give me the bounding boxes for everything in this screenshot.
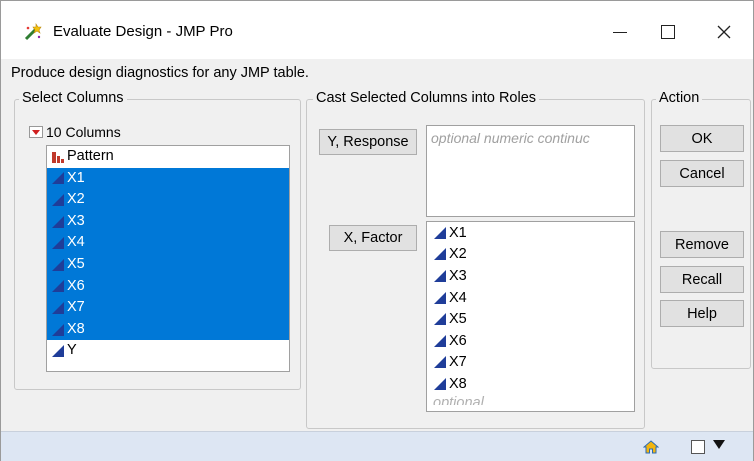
x-factor-label: X6 (449, 332, 467, 349)
continuous-column-icon (434, 356, 446, 369)
continuous-column-icon (52, 323, 64, 336)
action-group: Action OK Cancel Remove Recall Help (651, 90, 751, 369)
continuous-column-icon (52, 280, 64, 293)
select-columns-legend: Select Columns (19, 90, 127, 106)
column-label: X7 (67, 299, 85, 316)
window-title: Evaluate Design - JMP Pro (53, 23, 233, 40)
ok-button[interactable]: OK (660, 125, 744, 152)
jmp-wizard-icon (24, 23, 42, 41)
continuous-column-icon (52, 345, 64, 358)
x-factor-item[interactable]: X3 (427, 265, 634, 287)
continuous-column-icon (434, 248, 446, 261)
continuous-column-icon (434, 269, 446, 282)
x-factor-item[interactable]: X1 (427, 222, 634, 244)
continuous-column-icon (434, 334, 446, 347)
continuous-column-icon (434, 313, 446, 326)
x-factor-label: X3 (449, 267, 467, 284)
columns-list[interactable]: Pattern X1 X2 X3 X4 X5 X6 X7 X8 Y (46, 145, 290, 372)
x-factor-item[interactable]: X6 (427, 330, 634, 352)
x-factor-list[interactable]: X1 X2 X3 X4 X5 X6 X7 X8 optional (426, 221, 635, 412)
column-item[interactable]: X3 (47, 210, 289, 233)
close-icon (717, 25, 731, 39)
column-item[interactable]: Pattern (47, 146, 289, 168)
column-label: X2 (67, 191, 85, 208)
column-item[interactable]: Y (47, 340, 289, 362)
continuous-column-icon (52, 301, 64, 314)
x-factor-label: X7 (449, 354, 467, 371)
action-legend: Action (656, 90, 703, 106)
status-bar (1, 431, 753, 461)
x-factor-item[interactable]: X4 (427, 287, 634, 309)
continuous-column-icon (52, 215, 64, 228)
column-item[interactable]: X5 (47, 253, 289, 276)
column-item[interactable]: X6 (47, 275, 289, 298)
y-response-list[interactable]: optional numeric continuc (426, 125, 635, 217)
columns-header[interactable]: 10 Columns (29, 124, 121, 140)
y-response-placeholder: optional numeric continuc (431, 130, 590, 146)
x-factor-label: X5 (449, 311, 467, 328)
close-button[interactable] (701, 9, 747, 55)
x-factor-item[interactable]: X8 (427, 373, 634, 395)
column-label: Y (67, 342, 77, 359)
maximize-button[interactable] (645, 9, 691, 55)
x-factor-label: X4 (449, 289, 467, 306)
column-item[interactable]: X4 (47, 232, 289, 254)
continuous-column-icon (434, 377, 446, 390)
x-factor-item[interactable]: X7 (427, 352, 634, 374)
column-label: X3 (67, 212, 85, 229)
maximize-icon (661, 25, 675, 39)
column-item[interactable]: X2 (47, 189, 289, 211)
column-label: X6 (67, 277, 85, 294)
x-factor-item[interactable]: X5 (427, 308, 634, 330)
column-label: Pattern (67, 148, 114, 164)
title-bar: Evaluate Design - JMP Pro (1, 1, 753, 59)
home-icon[interactable] (643, 439, 659, 455)
help-button[interactable]: Help (660, 300, 744, 327)
remove-button[interactable]: Remove (660, 231, 744, 258)
x-factor-placeholder: optional (433, 394, 484, 405)
x-factor-label: X8 (449, 375, 467, 392)
cast-roles-legend: Cast Selected Columns into Roles (313, 90, 540, 106)
disclosure-icon[interactable] (29, 126, 43, 138)
continuous-column-icon (434, 291, 446, 304)
dropdown-arrow-icon[interactable] (713, 440, 725, 449)
columns-count-label: 10 Columns (46, 124, 121, 140)
minimize-button[interactable] (597, 9, 643, 55)
continuous-column-icon (52, 258, 64, 271)
column-item[interactable]: X7 (47, 297, 289, 319)
select-columns-group: Select Columns 10 Columns Pattern X1 X2 X3 X… (14, 90, 301, 390)
column-label: X1 (67, 169, 85, 186)
window-list-icon[interactable] (691, 440, 705, 454)
x-factor-item[interactable]: X2 (427, 244, 634, 266)
cancel-button[interactable]: Cancel (660, 160, 744, 187)
column-label: X8 (67, 320, 85, 337)
column-item[interactable]: X1 (47, 167, 289, 190)
nominal-column-icon (52, 151, 64, 163)
continuous-column-icon (52, 172, 64, 185)
recall-button[interactable]: Recall (660, 266, 744, 293)
evaluate-design-window: Evaluate Design - JMP Pro Produce design… (0, 0, 754, 461)
dialog-description: Produce design diagnostics for any JMP t… (11, 65, 309, 81)
cast-roles-group: Cast Selected Columns into Roles Y, Resp… (306, 90, 645, 429)
y-response-button[interactable]: Y, Response (319, 129, 417, 155)
column-label: X4 (67, 234, 85, 251)
column-item[interactable]: X8 (47, 318, 289, 341)
continuous-column-icon (52, 237, 64, 250)
continuous-column-icon (434, 226, 446, 239)
x-factor-label: X2 (449, 246, 467, 263)
minimize-icon (613, 31, 627, 33)
x-factor-label: X1 (449, 224, 467, 241)
x-factor-button[interactable]: X, Factor (329, 225, 417, 251)
column-label: X5 (67, 255, 85, 272)
continuous-column-icon (52, 193, 64, 206)
